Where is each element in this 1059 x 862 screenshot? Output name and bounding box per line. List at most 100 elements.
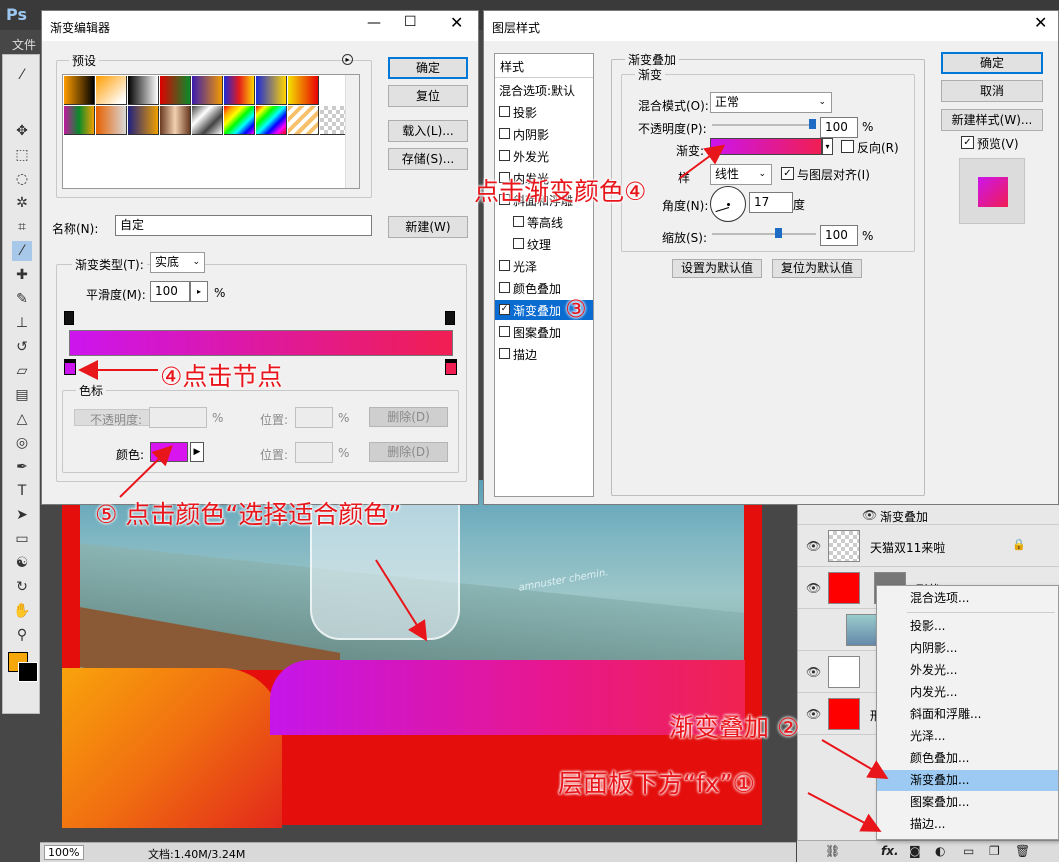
blend-mode-select[interactable]: 正常 ⌄ (710, 92, 832, 113)
blur-tool-icon[interactable]: △ (12, 409, 32, 429)
preset-swatch[interactable] (192, 106, 223, 135)
preset-swatch[interactable] (160, 106, 191, 135)
preset-swatch[interactable] (288, 106, 319, 135)
preset-swatch[interactable] (64, 106, 95, 135)
preset-swatch[interactable] (256, 76, 287, 105)
new-layer-icon[interactable]: ❐ (989, 844, 1000, 858)
angle-input[interactable]: 17 (749, 192, 793, 213)
style-item-0[interactable]: 混合选项:默认 (495, 80, 593, 100)
layer-row[interactable]: 👁 天猫双11来啦 🔒 (798, 525, 1059, 567)
style-item-checkbox[interactable] (513, 238, 524, 249)
lasso-tool-icon[interactable]: ◌ (12, 169, 32, 189)
menu-file[interactable]: 文件 (12, 36, 36, 53)
fx-menu-item[interactable]: 光泽... (877, 726, 1058, 747)
gradient-bar[interactable] (69, 330, 453, 356)
quick-select-tool-icon[interactable]: ✲ (12, 193, 32, 213)
stop-color-swatch[interactable] (150, 442, 188, 462)
zoom-tool-icon[interactable]: ⚲ (12, 625, 32, 645)
close-icon[interactable]: ✕ (450, 13, 463, 32)
stamp-tool-icon[interactable]: ⊥ (12, 313, 32, 333)
style-item-checkbox[interactable] (499, 106, 510, 117)
preview-checkbox[interactable]: ✓ (961, 136, 974, 149)
eye-icon[interactable]: 👁 (806, 665, 821, 679)
hand-tool-icon[interactable]: ✋ (12, 601, 32, 621)
type-tool-icon[interactable]: T (12, 481, 32, 501)
brush-tool-icon[interactable]: ✎ (12, 289, 32, 309)
smooth-arrow-icon[interactable]: ▸ (190, 281, 208, 302)
fx-menu-item-selected[interactable]: 渐变叠加... (877, 770, 1058, 791)
name-input[interactable]: 自定 (115, 215, 372, 236)
eyedropper-active-icon[interactable]: ⁄ (12, 241, 32, 261)
preset-swatch[interactable] (288, 76, 319, 105)
dodge-tool-icon[interactable]: ◎ (12, 433, 32, 453)
style-item-checkbox[interactable] (513, 216, 524, 227)
fx-menu-item[interactable]: 颜色叠加... (877, 748, 1058, 769)
style-item-checkbox[interactable]: ✓ (499, 304, 510, 315)
3d-tool-icon[interactable]: ☯ (12, 553, 32, 573)
eye-icon[interactable]: 👁 (806, 707, 821, 721)
style-item-checkbox[interactable] (499, 128, 510, 139)
fx-menu-item[interactable]: 投影... (877, 616, 1058, 637)
style-item-checkbox[interactable] (499, 348, 510, 359)
minimize-icon[interactable]: — (367, 15, 381, 31)
crop-tool-icon[interactable]: ⌗ (12, 217, 32, 237)
scale-slider-knob[interactable] (775, 228, 783, 238)
adjustment-icon[interactable]: ◐ (935, 844, 945, 858)
opacity-slider-track[interactable] (712, 119, 816, 129)
color-arrow-icon[interactable]: ▶ (190, 442, 204, 462)
color-stop-right-icon[interactable] (445, 359, 457, 375)
preset-swatch[interactable] (96, 76, 127, 105)
type-select[interactable]: 实底 ⌄ (150, 252, 205, 273)
cancel-button[interactable]: 取消 (941, 80, 1043, 102)
style-select[interactable]: 线性 ⌄ (710, 164, 772, 185)
close-icon[interactable]: ✕ (1034, 13, 1047, 32)
move-tool-icon[interactable]: ✥ (12, 121, 32, 141)
style-item-checkbox[interactable] (499, 326, 510, 337)
presets-scrollbar[interactable] (345, 75, 359, 188)
preset-swatch[interactable] (64, 76, 95, 105)
color-stop-left-icon[interactable] (64, 359, 76, 375)
gradient-tool-icon[interactable]: ▤ (12, 385, 32, 405)
fx-menu-item[interactable]: 混合选项... (877, 588, 1058, 609)
style-item-1[interactable]: 投影 (495, 102, 593, 122)
style-item-2[interactable]: 内阴影 (495, 124, 593, 144)
style-item-checkbox[interactable] (499, 150, 510, 161)
scale-slider-track[interactable] (712, 228, 816, 238)
group-icon[interactable]: ▭ (963, 844, 974, 858)
ok-button[interactable]: 确定 (388, 57, 468, 79)
zoom-field[interactable]: 100% (44, 845, 84, 860)
fx-menu-item[interactable]: 内发光... (877, 682, 1058, 703)
eye-icon[interactable]: 👁 (806, 581, 821, 595)
presets-menu-icon[interactable]: ▸ (342, 54, 353, 65)
opacity-stop-right-icon[interactable] (445, 311, 455, 325)
preset-swatch[interactable] (96, 106, 127, 135)
fx-menu-item[interactable]: 描边... (877, 814, 1058, 835)
fx-menu-item[interactable]: 图案叠加... (877, 792, 1058, 813)
3d-rotate-icon[interactable]: ↻ (12, 577, 32, 597)
fx-menu-item[interactable]: 内阴影... (877, 638, 1058, 659)
preset-swatch[interactable] (256, 106, 287, 135)
preset-swatch[interactable] (224, 106, 255, 135)
style-item-checkbox[interactable] (499, 260, 510, 271)
pen-tool-icon[interactable]: ✒ (12, 457, 32, 477)
effect-row[interactable]: 👁 渐变叠加 (798, 505, 1059, 525)
reverse-checkbox[interactable] (841, 140, 854, 153)
trash-icon[interactable]: 🗑 (1015, 844, 1030, 858)
gradient-dropdown-icon[interactable]: ▾ (822, 138, 833, 155)
preset-swatch[interactable] (224, 76, 255, 105)
fx-icon[interactable]: fx. (881, 844, 899, 858)
style-item-3[interactable]: 外发光 (495, 146, 593, 166)
scale-input[interactable]: 100 (820, 225, 858, 246)
opacity-input[interactable]: 100 (820, 117, 858, 138)
reset-button[interactable]: 复位 (388, 85, 468, 107)
gradient-picker[interactable] (710, 138, 822, 155)
eraser-tool-icon[interactable]: ▱ (12, 361, 32, 381)
path-select-icon[interactable]: ➤ (12, 505, 32, 525)
eye-icon[interactable]: 👁 (862, 508, 877, 522)
style-item-6[interactable]: 等高线 (495, 212, 593, 232)
smooth-input[interactable]: 100 (150, 281, 190, 302)
eyedropper-tool-icon[interactable]: ⁄ (12, 65, 32, 85)
preset-swatch[interactable] (128, 76, 159, 105)
background-color-swatch[interactable] (18, 662, 38, 682)
style-item-8[interactable]: 光泽 (495, 256, 593, 276)
